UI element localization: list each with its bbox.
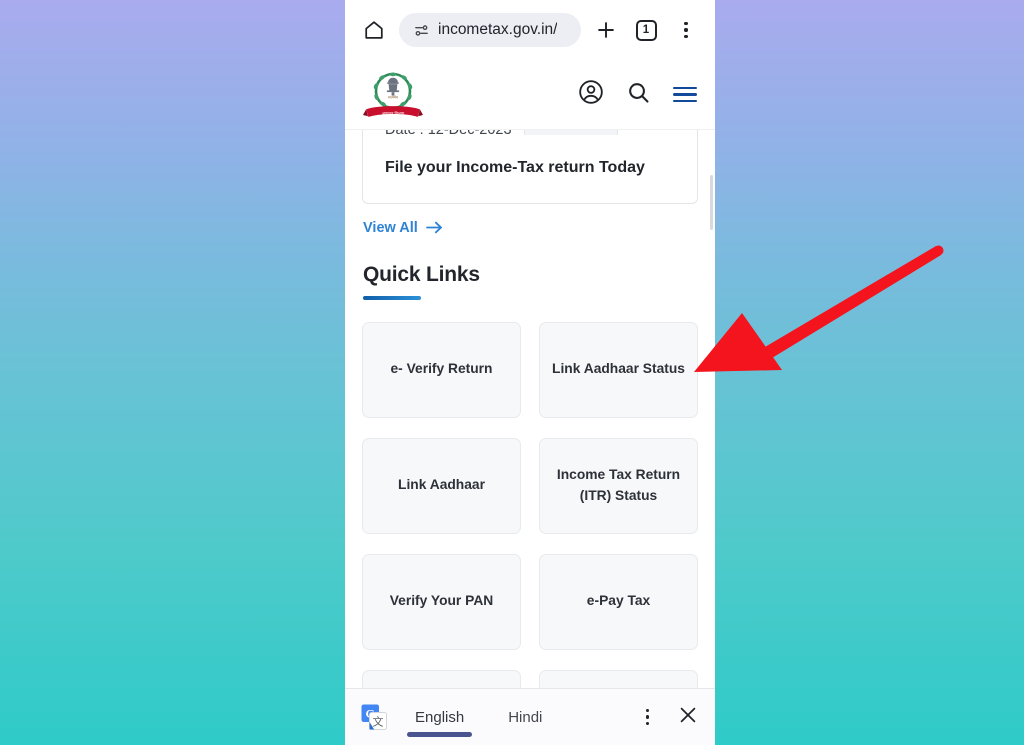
tile-label: Verify Your PAN [389,593,494,609]
language-label: Hindi [508,708,543,726]
quick-link-tile-link-aadhaar[interactable]: Link Aadhaar [362,437,521,534]
page-content: Date : 12-Dec-2023 File your Income-Tax … [345,130,715,688]
site-header: सत्यमेव आयकर विभाग [345,60,715,130]
quick-link-tile-e-verify-return[interactable]: e- Verify Return [362,321,521,418]
page-scrollbar[interactable] [710,175,713,230]
news-title: File your Income-Tax return Today [385,159,645,176]
svg-text:सत्यमेव: सत्यमेव [388,94,399,99]
translate-options-button[interactable] [645,708,649,726]
section-underline [363,295,421,300]
language-label: English [415,708,465,726]
address-bar[interactable]: incometax.gov.in/ [399,13,581,47]
google-translate-icon: G 文 [361,704,387,730]
tile-label: Link Aadhaar [398,477,485,493]
home-icon [365,21,383,39]
view-all-label: View All [363,219,418,236]
quick-link-tile-e-pay-tax[interactable]: e-Pay Tax [539,553,698,650]
translate-language-hindi[interactable]: Hindi [502,689,548,745]
news-date: Date : 12-Dec-2023 [385,130,512,135]
news-tag-pill [523,130,618,135]
account-button[interactable] [578,79,604,110]
svg-text:आयकर विभाग: आयकर विभाग [382,111,405,116]
quick-link-tile-partial-right[interactable] [539,669,698,688]
phone-screenshot: incometax.gov.in/ 1 सत्यमेव आयकर विभाग F… [345,0,715,745]
red-pointer-arrow [694,245,944,372]
tile-label: e-Pay Tax [586,593,651,609]
home-button[interactable] [359,15,389,45]
svg-text:文: 文 [373,715,384,729]
tile-label: Link Aadhaar Status [552,361,685,377]
three-dot-menu-icon [684,21,688,39]
new-tab-button[interactable] [591,15,621,45]
translate-close-button[interactable] [677,704,699,731]
translate-language-english[interactable]: English [406,689,473,745]
quick-link-tile-link-aadhaar-status[interactable]: Link Aadhaar Status [539,321,698,418]
quick-links-grid: e- Verify Return Link Aadhaar Status Lin… [362,321,698,688]
news-date-row: Date : 12-Dec-2023 [385,130,675,135]
close-x-icon [680,707,696,722]
address-bar-text: incometax.gov.in/ [438,21,558,38]
search-icon [629,82,649,103]
quick-link-tile-itr-status[interactable]: Income Tax Return (ITR) Status [539,437,698,534]
plus-icon [598,22,614,38]
three-dot-menu-icon [645,708,649,726]
page-settings-icon [415,24,428,36]
browser-toolbar: incometax.gov.in/ 1 [345,0,715,60]
arrow-right-icon [425,221,442,234]
view-all-link[interactable]: View All [363,220,443,236]
hamburger-menu-button[interactable] [673,86,697,103]
google-translate-bar: G 文 English Hindi [345,688,715,745]
search-button[interactable] [626,80,651,110]
tab-count-badge: 1 [635,19,657,41]
income-tax-department-emblem: सत्यमेव आयकर विभाग [363,72,423,117]
hamburger-menu-icon [673,86,697,90]
tile-label: Income Tax Return (ITR) Status [556,466,681,503]
quick-links-header: Quick Links [363,263,715,300]
quick-links-title: Quick Links [363,262,480,286]
account-circle-icon [579,80,603,104]
news-card[interactable]: Date : 12-Dec-2023 File your Income-Tax … [362,130,698,204]
quick-link-tile-partial-left[interactable] [362,669,521,688]
browser-menu-button[interactable] [671,15,701,45]
tile-label: e- Verify Return [390,361,493,377]
quick-link-tile-verify-your-pan[interactable]: Verify Your PAN [362,553,521,650]
tab-switcher-button[interactable]: 1 [631,15,661,45]
